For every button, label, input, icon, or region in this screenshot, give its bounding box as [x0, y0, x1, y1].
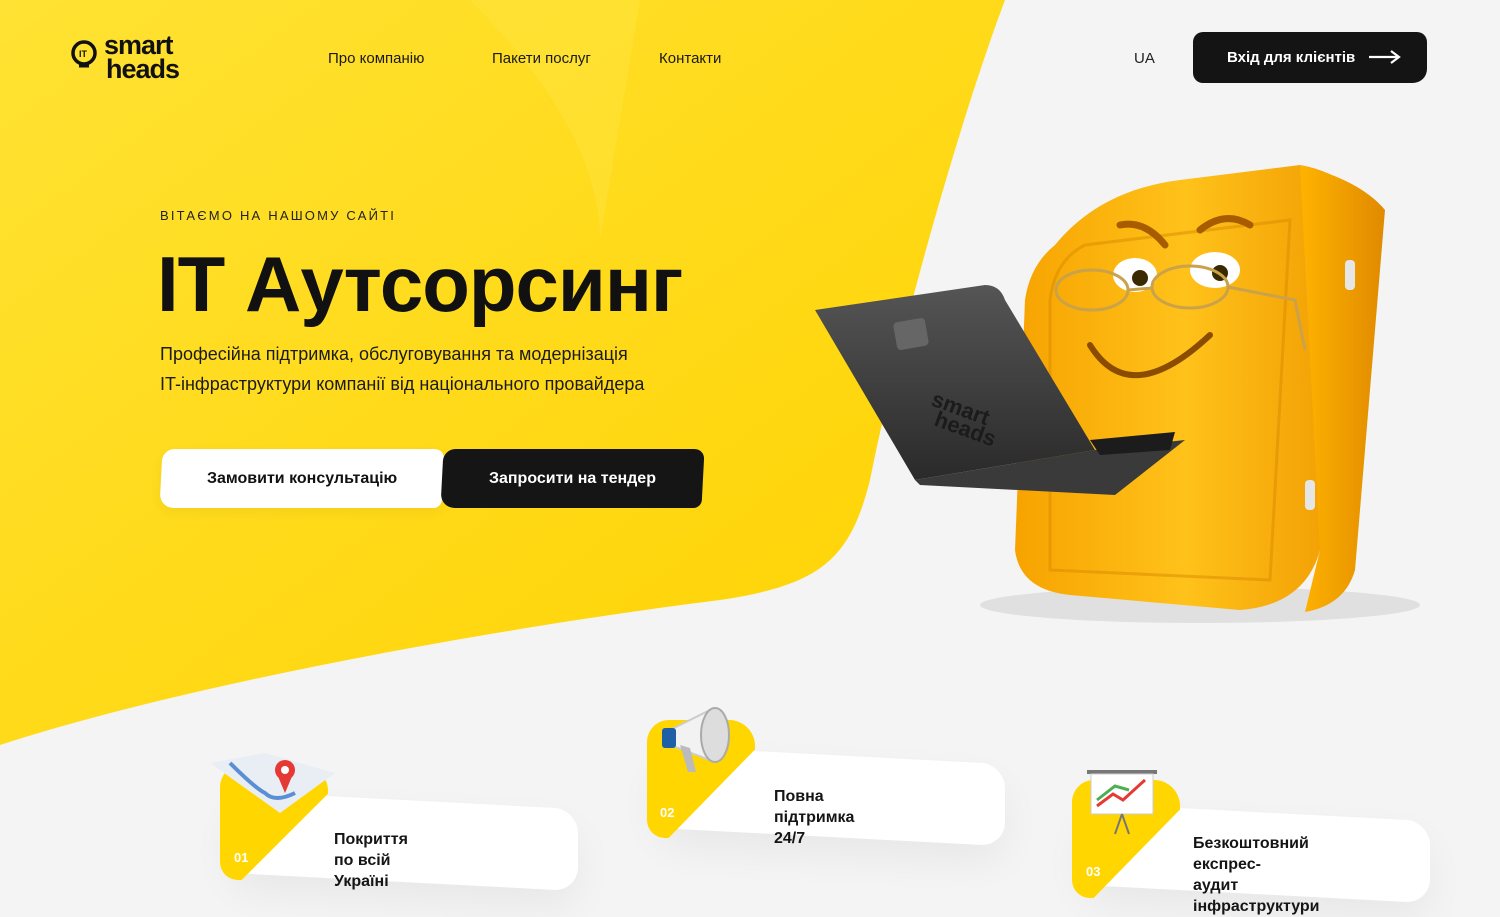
feature-label: Покриття по всій Україні [334, 831, 408, 890]
server-mascot-illustration: smart heads [815, 165, 1420, 623]
order-consultation-button[interactable]: Замовити консультацію [159, 449, 445, 508]
feature-label: Безкоштовний експрес- аудит інфраструкту… [1193, 833, 1320, 917]
client-login-label: Вхід для клієнтів [1227, 49, 1356, 66]
request-tender-label: Запросити на тендер [488, 469, 656, 487]
nav-contacts[interactable]: Контакти [659, 50, 721, 67]
request-tender-button[interactable]: Запросити на тендер [440, 449, 705, 508]
hero-title: IT Аутсорсинг [157, 240, 683, 328]
feature-number: 01 [234, 850, 249, 865]
order-consultation-label: Замовити консультацію [206, 469, 398, 487]
feature-label-line-2: аудит інфраструктури [1193, 877, 1320, 915]
brand-logo[interactable]: IT smart heads [70, 32, 200, 84]
hero-kicker: ВІТАЄМО НА НАШОМУ САЙТІ [160, 208, 397, 223]
client-login-button[interactable]: Вхід для клієнтів [1193, 32, 1427, 83]
map-pin-icon [210, 753, 335, 813]
arrow-right-icon [1369, 50, 1401, 64]
language-switcher[interactable]: UA [1134, 50, 1155, 67]
feature-label-line-1: Безкоштовний експрес- [1193, 835, 1309, 873]
growth-chart-icon [1087, 770, 1157, 835]
logo-word-heads: heads [106, 54, 180, 84]
logo-pin-icon: IT [71, 40, 97, 68]
logo-mark-text: IT [79, 49, 88, 59]
feature-number: 03 [1086, 864, 1101, 879]
hero-subtitle: Професійна підтримка, обслуговування та … [160, 339, 760, 399]
megaphone-icon [662, 707, 730, 772]
hero-subtitle-line-2: IT-інфраструктури компанії від національ… [160, 374, 645, 394]
feature-label: Повна підтримка 24/7 [774, 788, 855, 847]
feature-number: 02 [660, 805, 675, 820]
hero-subtitle-line-1: Професійна підтримка, обслуговування та … [160, 344, 628, 364]
nav-packages[interactable]: Пакети послуг [492, 50, 591, 67]
nav-about[interactable]: Про компанію [328, 50, 424, 67]
